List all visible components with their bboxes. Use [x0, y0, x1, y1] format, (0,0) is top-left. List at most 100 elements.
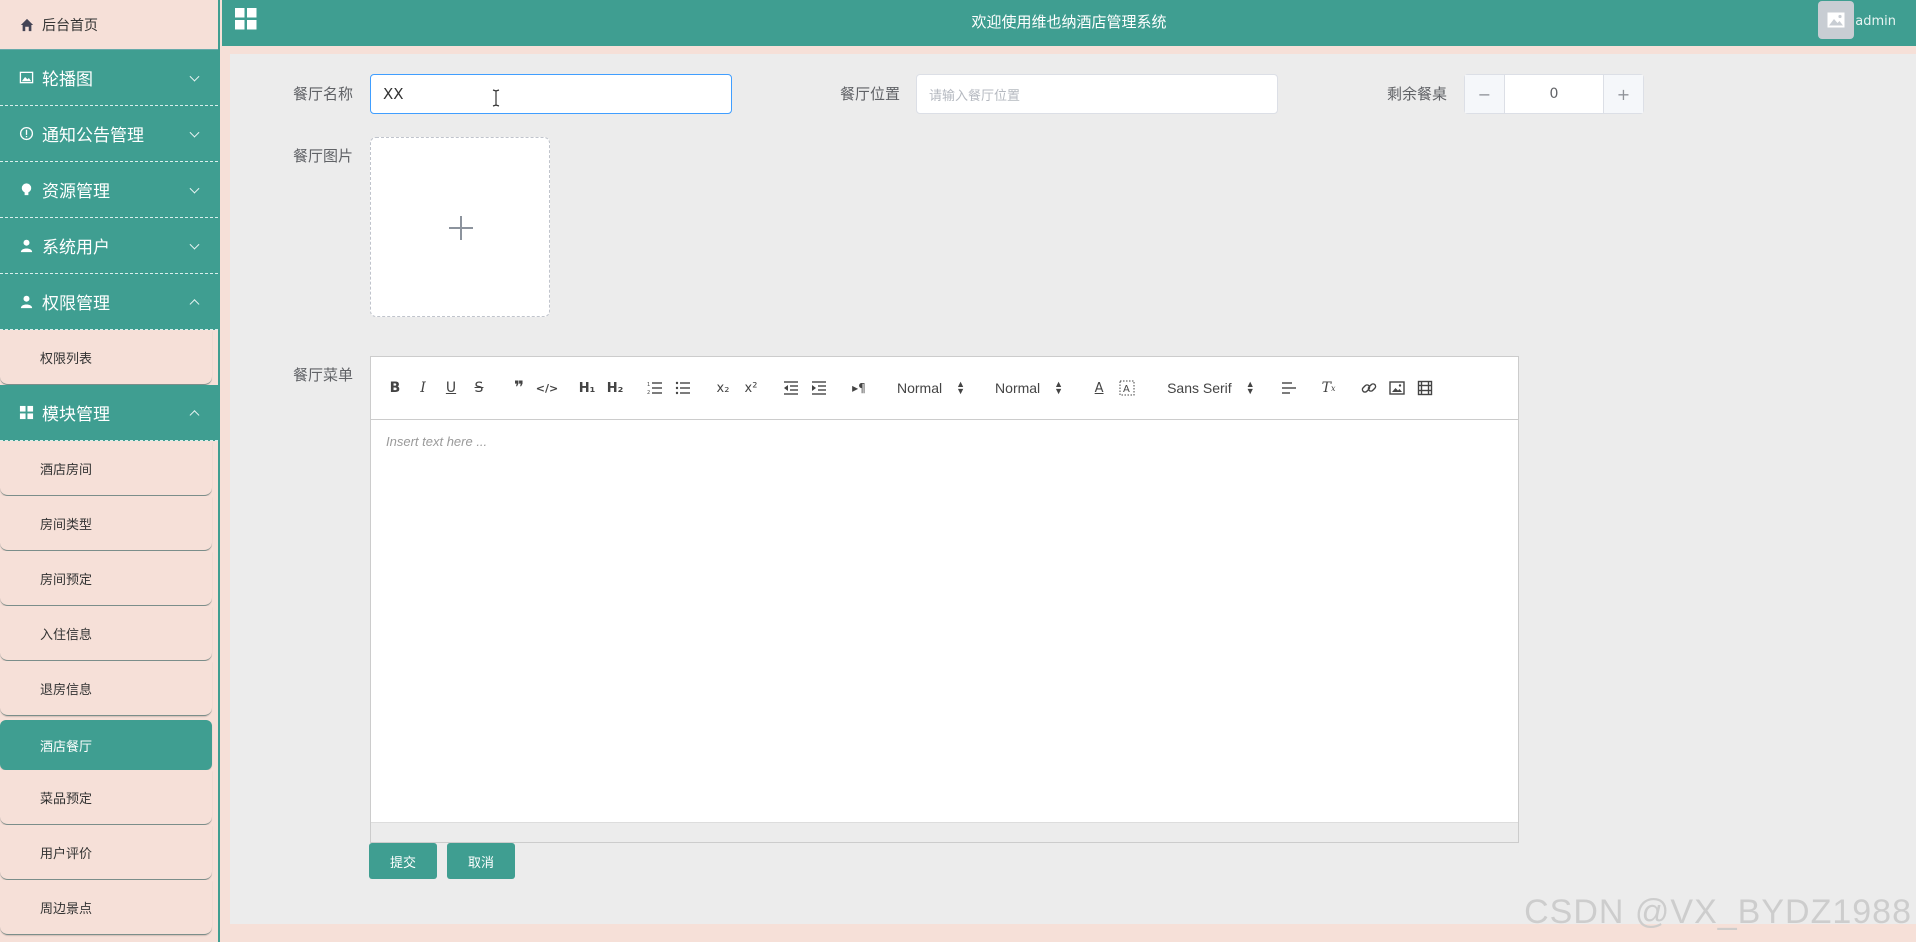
bold-icon[interactable]: B — [381, 376, 409, 400]
submit-button[interactable]: 提交 — [369, 843, 437, 879]
stepper-value[interactable]: 0 — [1505, 75, 1603, 113]
picker-arrows-icon: ▲ ▼ — [1245, 379, 1255, 396]
size-picker-label: Normal — [995, 380, 1041, 396]
page-title: 欢迎使用维也纳酒店管理系统 — [971, 13, 1167, 31]
editor-content-area[interactable]: Insert text here ... — [371, 420, 1518, 823]
sidebar-item-label: 周边景点 — [40, 901, 93, 917]
cancel-button[interactable]: 取消 — [447, 843, 515, 879]
sidebar-group-label: 通知公告管理 — [42, 126, 144, 146]
align-icon[interactable] — [1275, 376, 1303, 400]
subscript-icon[interactable]: x₂ — [709, 376, 737, 400]
lightbulb-icon — [18, 182, 34, 198]
sidebar-item-checkout-info[interactable]: 退房信息 — [0, 661, 212, 716]
sidebar-group-notice[interactable]: 通知公告管理 — [0, 106, 218, 162]
stepper-decrease-button[interactable]: − — [1465, 75, 1505, 113]
font-picker-label: Sans Serif — [1167, 380, 1232, 396]
sidebar-item-room-types[interactable]: 房间类型 — [0, 496, 212, 551]
sidebar-item-label: 酒店餐厅 — [40, 739, 93, 755]
bullet-list-icon[interactable] — [669, 376, 697, 400]
sidebar-group-label: 系统用户 — [42, 238, 110, 258]
top-header: 欢迎使用维也纳酒店管理系统 admin — [222, 0, 1916, 46]
italic-icon[interactable]: I — [409, 376, 437, 400]
svg-text:A: A — [1123, 384, 1130, 395]
code-block-icon[interactable]: </> — [533, 376, 561, 400]
sidebar-group-module[interactable]: 模块管理 — [0, 385, 218, 441]
outdent-icon[interactable] — [777, 376, 805, 400]
sidebar-item-hotel-rooms[interactable]: 酒店房间 — [0, 441, 212, 496]
sidebar-group-carousel[interactable]: 轮播图 — [0, 50, 218, 106]
sidebar-item-label: 酒店房间 — [40, 462, 93, 478]
image-icon[interactable] — [1383, 376, 1411, 400]
restaurant-menu-label: 餐厅菜单 — [293, 366, 354, 384]
sidebar-item-checkin-info[interactable]: 入住信息 — [0, 606, 212, 661]
picker-arrows-icon: ▲ ▼ — [956, 379, 966, 396]
sidebar-item-label: 退房信息 — [40, 682, 93, 698]
strikethrough-icon[interactable]: S — [465, 376, 493, 400]
sidebar-item-hotel-restaurant[interactable]: 酒店餐厅 — [0, 720, 212, 770]
header-picker-label: Normal — [897, 380, 943, 396]
sidebar-item-permission-list[interactable]: 权限列表 — [0, 330, 212, 385]
avatar[interactable] — [1818, 1, 1854, 39]
watermark: CSDN @VX_BYDZ1988 — [1524, 893, 1912, 931]
user-icon — [18, 294, 34, 310]
superscript-icon[interactable]: x² — [737, 376, 765, 400]
size-picker[interactable]: Normal ▲ ▼ — [995, 379, 1064, 397]
remaining-tables-label: 剩余餐桌 — [1387, 85, 1448, 103]
image-icon — [18, 70, 34, 86]
sidebar-group-permission[interactable]: 权限管理 — [0, 274, 218, 330]
sidebar-item-label: 房间预定 — [40, 572, 93, 588]
sidebar-item-nearby-attractions[interactable]: 周边景点 — [0, 880, 212, 935]
indent-icon[interactable] — [805, 376, 833, 400]
editor-placeholder: Insert text here ... — [386, 434, 488, 449]
chevron-down-icon — [189, 71, 200, 82]
svg-text:1: 1 — [647, 382, 650, 388]
ordered-list-icon[interactable]: 12 — [641, 376, 669, 400]
sidebar-item-label: 权限列表 — [40, 351, 93, 367]
svg-text:2: 2 — [647, 390, 650, 396]
restaurant-name-input[interactable]: XX — [370, 74, 732, 114]
sidebar-item-label: 菜品预定 — [40, 791, 93, 807]
font-picker[interactable]: Sans Serif ▲ ▼ — [1167, 379, 1255, 397]
info-icon — [18, 126, 34, 142]
restaurant-image-label: 餐厅图片 — [293, 147, 354, 165]
background-color-icon[interactable]: A — [1113, 376, 1141, 400]
remaining-tables-stepper[interactable]: − 0 + — [1464, 74, 1644, 114]
header-1-icon[interactable]: H₁ — [573, 376, 601, 400]
sidebar-item-label: 用户评价 — [40, 846, 93, 862]
sidebar-group-label: 权限管理 — [42, 294, 110, 314]
text-direction-icon[interactable]: ▸¶ — [845, 376, 873, 400]
sidebar-group-label: 模块管理 — [42, 405, 110, 425]
grid-icon — [18, 405, 34, 421]
username[interactable]: admin — [1855, 14, 1896, 29]
chevron-down-icon — [189, 183, 200, 194]
sidebar-group-resource[interactable]: 资源管理 — [0, 162, 218, 218]
clear-format-icon[interactable]: Tx — [1315, 376, 1343, 400]
image-uploader[interactable] — [370, 137, 550, 317]
text-cursor-icon — [491, 89, 501, 107]
sidebar-item-room-booking[interactable]: 房间预定 — [0, 551, 212, 606]
header-picker[interactable]: Normal ▲ ▼ — [897, 379, 966, 397]
restaurant-location-placeholder: 请输入餐厅位置 — [929, 88, 1021, 104]
editor-footer — [371, 822, 1518, 842]
user-icon — [18, 238, 34, 254]
sidebar-item-label: 入住信息 — [40, 627, 93, 643]
sidebar-group-label: 资源管理 — [42, 182, 110, 202]
chevron-up-icon — [189, 409, 200, 420]
video-icon[interactable] — [1411, 376, 1439, 400]
sidebar-item-home[interactable]: 后台首页 — [0, 0, 218, 50]
text-color-icon[interactable]: A — [1085, 376, 1113, 400]
restaurant-location-input[interactable]: 请输入餐厅位置 — [916, 74, 1278, 114]
chevron-down-icon — [189, 239, 200, 250]
sidebar-item-dish-booking[interactable]: 菜品预定 — [0, 770, 212, 825]
header-2-icon[interactable]: H₂ — [601, 376, 629, 400]
stepper-increase-button[interactable]: + — [1603, 75, 1643, 113]
link-icon[interactable] — [1355, 376, 1383, 400]
blockquote-icon[interactable]: ❞ — [505, 376, 533, 400]
picker-arrows-icon: ▲ ▼ — [1054, 379, 1064, 396]
restaurant-name-label: 餐厅名称 — [293, 85, 354, 103]
sidebar-group-label: 轮播图 — [42, 70, 93, 90]
sidebar-item-user-reviews[interactable]: 用户评价 — [0, 825, 212, 880]
underline-icon[interactable]: U — [437, 376, 465, 400]
sidebar-item-label: 后台首页 — [42, 17, 98, 34]
sidebar-group-sysuser[interactable]: 系统用户 — [0, 218, 218, 274]
